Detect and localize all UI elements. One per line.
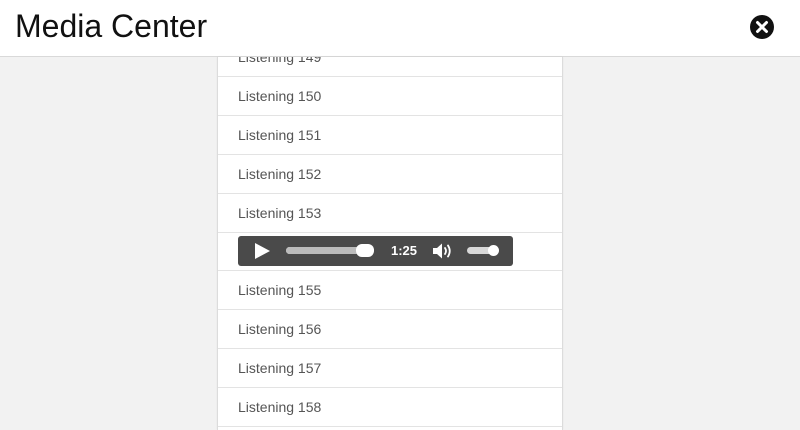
- list-item-label: Listening 156: [238, 321, 322, 337]
- list-item[interactable]: Listening 151: [218, 116, 562, 155]
- close-button[interactable]: [749, 14, 775, 40]
- progress-fill: [286, 247, 366, 254]
- list-item[interactable]: Listening 156: [218, 310, 562, 349]
- list-item[interactable]: Listening 153: [218, 194, 562, 233]
- list-item[interactable]: Listening 155: [218, 271, 562, 310]
- header-bar: Media Center: [0, 0, 800, 57]
- list-item[interactable]: Listening 152: [218, 155, 562, 194]
- list-item-label: Listening 152: [238, 166, 322, 182]
- play-button[interactable]: [253, 242, 271, 260]
- media-list-inner: Listening 149 Listening 150 Listening 15…: [218, 57, 562, 427]
- list-item[interactable]: Listening 158: [218, 388, 562, 427]
- list-item-label: Listening 149: [238, 57, 322, 65]
- play-icon: [255, 243, 270, 259]
- audio-player: 1:25: [238, 236, 513, 266]
- list-item-label: Listening 151: [238, 127, 322, 143]
- media-list[interactable]: Listening 149 Listening 150 Listening 15…: [217, 57, 563, 430]
- list-item-label: Listening 153: [238, 205, 322, 221]
- list-item[interactable]: Listening 150: [218, 77, 562, 116]
- list-item-player: 1:25: [218, 233, 562, 271]
- mute-button[interactable]: [432, 242, 456, 260]
- progress-thumb[interactable]: [356, 244, 375, 257]
- close-circle-icon: [750, 15, 774, 39]
- list-item[interactable]: Listening 157: [218, 349, 562, 388]
- time-display: 1:25: [391, 243, 418, 258]
- list-item-label: Listening 157: [238, 360, 322, 376]
- list-item-label: Listening 155: [238, 282, 322, 298]
- volume-slider[interactable]: [467, 245, 499, 256]
- list-item-label: Listening 158: [238, 399, 322, 415]
- list-item[interactable]: Listening 149: [218, 57, 562, 77]
- progress-bar[interactable]: [286, 244, 375, 257]
- list-item-label: Listening 150: [238, 88, 322, 104]
- volume-icon: [433, 243, 451, 259]
- volume-thumb[interactable]: [487, 245, 499, 256]
- page-title: Media Center: [15, 8, 208, 44]
